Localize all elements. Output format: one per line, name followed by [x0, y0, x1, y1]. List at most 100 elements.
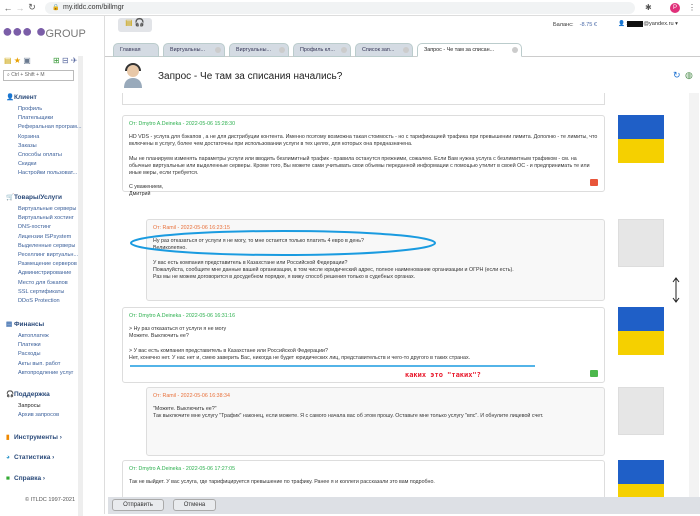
- message-paragraph: Так не выйдет. У вас услуга, где тарифиц…: [129, 479, 435, 486]
- message-paragraph: > У вас есть компания представитель в Ка…: [129, 347, 471, 361]
- sidebar-item[interactable]: Реферальная програм...: [6, 123, 82, 132]
- message-author: От: Ramil - 2022-05-06 16:23:15: [153, 225, 230, 231]
- home-icon[interactable]: ▤: [4, 56, 12, 65]
- expand-icon[interactable]: ⊞: [53, 56, 60, 65]
- sidebar-item[interactable]: Автопродление услуг: [6, 369, 73, 378]
- sidebar-item[interactable]: Реселлинг виртуальн...: [6, 251, 78, 260]
- menu-group-stats[interactable]: ◕ Статистика ›: [6, 454, 54, 465]
- group-title-text: Поддержка: [14, 391, 50, 398]
- message-paragraph: Ну раз отказаться от услуги я не могу, т…: [153, 238, 364, 252]
- sidebar-item[interactable]: Заказы: [6, 142, 82, 151]
- refresh-icon[interactable]: ↻: [673, 70, 681, 81]
- message-author: От: Dmytro A.Deineka - 2022-05-06 15:28:…: [129, 121, 236, 127]
- tab-4[interactable]: Список зап...: [355, 43, 413, 57]
- send-button[interactable]: Отправить: [112, 499, 164, 511]
- menu-group-title[interactable]: 🛒Товары/Услуги: [6, 193, 78, 201]
- pin-icon[interactable]: ✈: [71, 56, 78, 65]
- tab-label: Запрос - Че там за списан...: [424, 47, 495, 53]
- lock-icon: 🔒: [52, 5, 60, 11]
- sidebar-item[interactable]: SSL сертификаты: [6, 288, 78, 297]
- tab-5[interactable]: Запрос - Че там за списан...: [417, 43, 522, 57]
- tab-close-icon[interactable]: [215, 47, 221, 53]
- sidebar-tools: ▤ ★ ▣ ⊞ ⊟ ✈: [4, 56, 78, 65]
- sidebar-item[interactable]: Акты вып. работ: [6, 360, 73, 369]
- sidebar-item[interactable]: DDoS Protection: [6, 297, 78, 306]
- menu-group-title[interactable]: ▤ Финансы: [6, 320, 73, 328]
- address-bar[interactable]: 🔒 my.itldc.com/billmgr: [45, 2, 635, 14]
- content-scrollbar[interactable]: [689, 93, 699, 497]
- client-avatar: [618, 219, 664, 267]
- tab-close-icon[interactable]: [341, 47, 347, 53]
- client-avatar: [618, 387, 664, 435]
- tab-close-icon[interactable]: [403, 47, 409, 53]
- sidebar-item[interactable]: Выделенные серверы: [6, 242, 78, 251]
- menu-group-support: 🎧Поддержка Запросы Архив запросов: [6, 390, 59, 420]
- reply-icon[interactable]: [590, 179, 598, 186]
- sidebar-item[interactable]: Лицензии ISPsystem: [6, 233, 78, 242]
- back-icon[interactable]: ←: [2, 3, 14, 13]
- sidebar-item[interactable]: Размещение серверов: [6, 260, 78, 269]
- url-text: my.itldc.com/billmgr: [63, 4, 124, 11]
- sidebar-item[interactable]: Платежи: [6, 341, 73, 350]
- sidebar-item[interactable]: Архив запросов: [6, 411, 59, 420]
- star-icon[interactable]: ★: [14, 56, 21, 65]
- sidebar-item[interactable]: Автоплатеж: [6, 332, 73, 341]
- tab-0[interactable]: Главная: [113, 43, 159, 57]
- tab-close-icon[interactable]: [279, 47, 285, 53]
- clipboard-icon[interactable]: ▣: [23, 56, 31, 65]
- sidebar-item[interactable]: Запросы: [6, 402, 59, 411]
- globe-icon[interactable]: ◍: [685, 70, 693, 81]
- forward-icon[interactable]: →: [14, 3, 26, 13]
- menu-group-client: 👤Клиент Профиль Плательщики Реферальная пр…: [6, 93, 82, 179]
- search-input[interactable]: ⌕ Ctrl + Shift + M: [3, 70, 74, 81]
- tab-1[interactable]: Виртуальны...: [163, 43, 225, 57]
- sidebar-item[interactable]: Расходы: [6, 350, 73, 359]
- sidebar-item[interactable]: Корзина: [6, 133, 82, 142]
- profile-avatar[interactable]: P: [670, 3, 680, 13]
- menu-group-help[interactable]: ■ Справка ›: [6, 475, 45, 486]
- sidebar-item[interactable]: Место для бэкапов: [6, 279, 78, 288]
- sidebar-item[interactable]: Плательщики: [6, 114, 82, 123]
- staff-avatar: [618, 460, 664, 497]
- message-staff: От: Dmytro A.Deineka - 2022-05-06 16:31:…: [122, 307, 605, 383]
- sidebar-item[interactable]: Администрирование: [6, 269, 78, 278]
- cancel-button[interactable]: Отмена: [173, 499, 216, 511]
- balance-label: Баланс:: [553, 22, 574, 28]
- menu-group-tools[interactable]: ▮ Инструменты ›: [6, 433, 62, 445]
- user-email: @yandex.ru: [643, 21, 674, 27]
- quick-icons: ▤ 🎧: [118, 18, 152, 32]
- extension-icon[interactable]: ✱: [645, 3, 652, 12]
- reload-icon[interactable]: ↻: [26, 2, 38, 13]
- group-title-text: Товары/Услуги: [14, 194, 62, 201]
- menu-icon[interactable]: ⋮: [688, 3, 696, 12]
- redacted-email: xxxxxx: [626, 21, 644, 27]
- sidebar-item[interactable]: Скидки: [6, 160, 82, 169]
- tab-close-icon[interactable]: [512, 47, 518, 53]
- notify-icon[interactable]: ▤: [125, 18, 133, 27]
- menu-group-title[interactable]: 🎧Поддержка: [6, 390, 59, 398]
- sidebar-item[interactable]: Способы оплаты: [6, 151, 82, 160]
- sidebar-item[interactable]: Виртуальный хостинг: [6, 214, 78, 223]
- user-menu[interactable]: 👤 xxxxxx@yandex.ru ▾: [618, 21, 678, 27]
- copyright: © ITLDC 1997-2021: [25, 497, 76, 503]
- tab-3[interactable]: Профиль кл...: [293, 43, 351, 57]
- sidebar-item[interactable]: Профиль: [6, 105, 82, 114]
- message-paragraph: С уважением, Дмитрий: [129, 184, 164, 198]
- message-author: От: Ramil - 2022-05-06 16:38:34: [153, 393, 230, 399]
- tab-label: Виртуальны...: [170, 47, 205, 53]
- like-icon[interactable]: [590, 370, 598, 377]
- sidebar-item[interactable]: Настройки пользоват...: [6, 169, 82, 178]
- menu-group-title[interactable]: 👤Клиент: [6, 93, 82, 101]
- support-icon[interactable]: 🎧: [135, 18, 145, 27]
- search-placeholder: Ctrl + Shift + M: [11, 72, 45, 78]
- tab-2[interactable]: Виртуальны...: [229, 43, 289, 57]
- browser-toolbar: ← → ↻ 🔒 my.itldc.com/billmgr ✱ P ⋮: [0, 0, 700, 16]
- message-author: От: Dmytro A.Deineka - 2022-05-06 16:31:…: [129, 313, 236, 319]
- sidebar-item[interactable]: Виртуальные серверы: [6, 205, 78, 214]
- menu-group-finance: ▤ Финансы Автоплатеж Платежи Расходы Акты вы…: [6, 320, 73, 378]
- help-icon: ■: [6, 475, 10, 482]
- sidebar-item[interactable]: DNS-хостинг: [6, 223, 78, 232]
- message-client: От: Ramil - 2022-05-06 16:23:15 Ну раз от…: [146, 219, 605, 301]
- message-paragraph: HD VDS - услуга для бэкапов , а не для д…: [129, 134, 598, 148]
- collapse-icon[interactable]: ⊟: [62, 56, 69, 65]
